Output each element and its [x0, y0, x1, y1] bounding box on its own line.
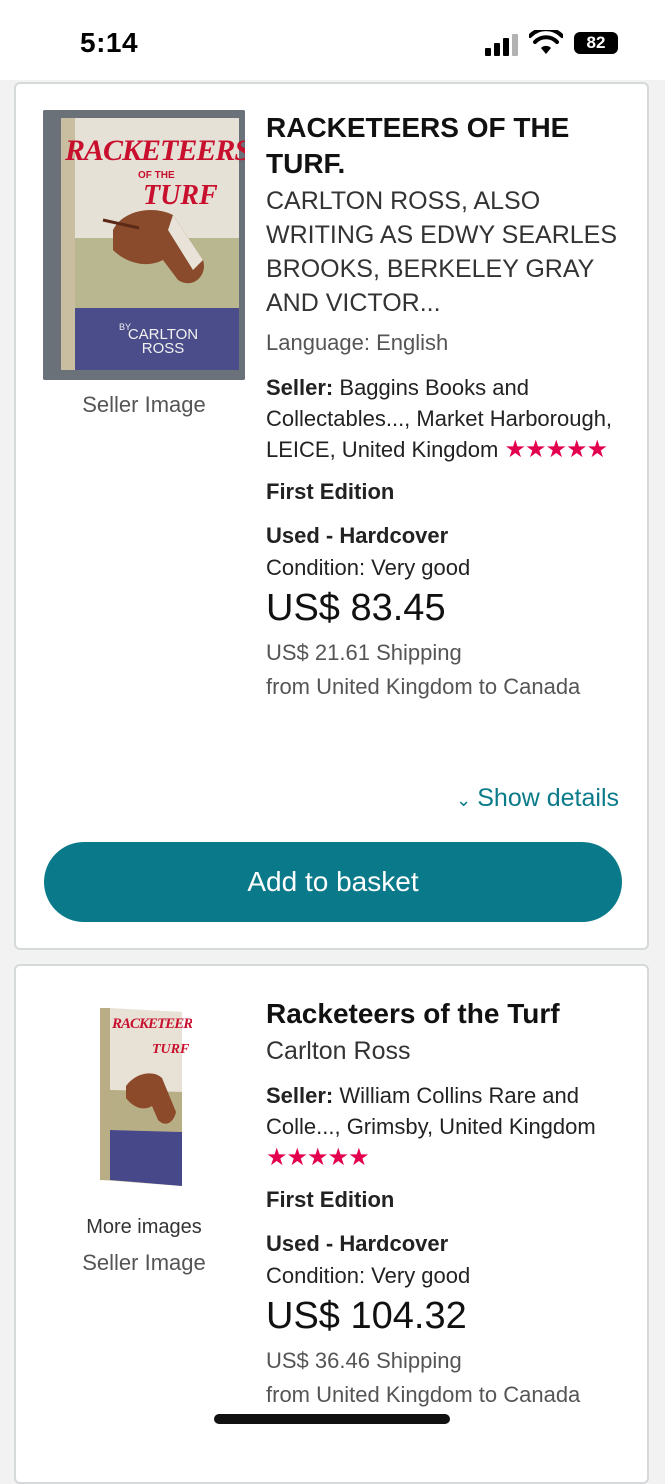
status-time: 5:14: [80, 27, 139, 58]
shipping-cost: US$ 21.61 Shipping: [266, 640, 462, 665]
cover-title-line3: TURF: [143, 180, 218, 211]
battery-indicator: 82: [574, 32, 618, 54]
seller-info: Seller: Baggins Books and Collectables..…: [266, 372, 629, 465]
cover-title: RACKETEERS: [112, 1016, 192, 1032]
price: US$ 83.45: [266, 587, 446, 629]
binding: Used - Hardcover: [266, 1231, 449, 1256]
wifi-icon: [529, 30, 563, 54]
seller-label: Seller:: [266, 375, 334, 400]
image-caption: Seller Image: [82, 392, 206, 417]
book-language: Language: English: [266, 330, 449, 355]
show-details-label: Show details: [477, 784, 619, 812]
listing-details: RACKETEERS OF THE TURF. CARLTON ROSS, AL…: [266, 110, 629, 704]
seller-rating-stars: ★★★★★: [504, 436, 608, 463]
listing-card[interactable]: RACKETEERS OF THE TURF BY CARLTON ROSS S…: [14, 82, 649, 950]
book-cover-image[interactable]: RACKETEERS TURF: [96, 1002, 192, 1190]
condition: Condition: Very good: [266, 1263, 471, 1288]
shipping-cost: US$ 36.46 Shipping: [266, 1348, 462, 1373]
book-cover-image[interactable]: RACKETEERS OF THE TURF BY CARLTON ROSS: [43, 110, 245, 380]
binding: Used - Hardcover: [266, 523, 449, 548]
shipping-route: from United Kingdom to Canada: [266, 1382, 581, 1407]
home-indicator[interactable]: [214, 1414, 450, 1424]
status-bar: 5:14 82: [0, 0, 665, 80]
book-author: CARLTON ROSS, ALSO WRITING AS EDWY SEARL…: [266, 187, 618, 317]
image-caption: Seller Image: [82, 1250, 206, 1275]
cover-title-line1: RACKETEERS: [65, 134, 245, 167]
add-to-basket-button[interactable]: Add to basket: [44, 842, 622, 922]
more-images-link[interactable]: More images: [43, 1216, 245, 1239]
edition: First Edition: [266, 1187, 395, 1212]
listing-details: Racketeers of the Turf Carlton Ross Sell…: [266, 996, 629, 1412]
cover-title-turf: TURF: [152, 1042, 190, 1057]
seller-rating-stars: ★★★★★: [266, 1144, 370, 1171]
cover-author: CARLTON ROSS: [127, 326, 199, 357]
seller-label: Seller:: [266, 1083, 334, 1108]
condition: Condition: Very good: [266, 555, 471, 580]
chevron-down-icon: ⌄: [456, 790, 472, 810]
listing-card[interactable]: RACKETEERS TURF More images Seller Image…: [14, 964, 649, 1484]
shipping-route: from United Kingdom to Canada: [266, 674, 581, 699]
book-title[interactable]: RACKETEERS OF THE TURF.: [266, 110, 629, 182]
seller-info: Seller: William Collins Rare and Colle..…: [266, 1080, 629, 1173]
show-details-link[interactable]: ⌄ Show details: [456, 784, 619, 813]
book-author: Carlton Ross: [266, 1037, 411, 1065]
edition: First Edition: [266, 479, 395, 504]
book-title[interactable]: Racketeers of the Turf: [266, 996, 629, 1032]
price: US$ 104.32: [266, 1295, 467, 1337]
cellular-signal-icon: [485, 30, 519, 56]
